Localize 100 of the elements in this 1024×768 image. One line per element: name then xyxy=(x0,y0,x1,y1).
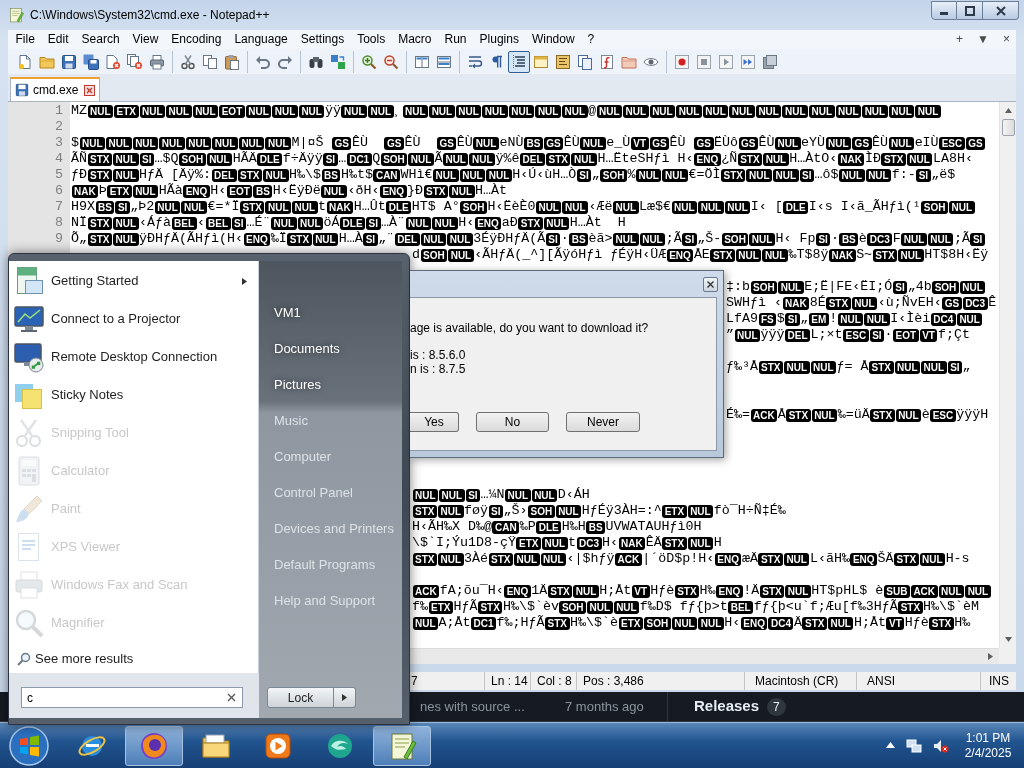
clock-time[interactable]: 1:01 PM xyxy=(965,730,1011,746)
code-line: ‡:b SOH NUL E;Ë|FE‹ËI;Ó SI „4b SOH NUL xyxy=(726,279,986,295)
place-link[interactable]: Pictures xyxy=(274,375,321,395)
page-curve-icon xyxy=(599,53,615,70)
menu-item[interactable]: File xyxy=(9,30,42,49)
line-number: 1 xyxy=(55,103,63,119)
program-item[interactable]: Getting Started xyxy=(9,262,258,300)
dialog-button[interactable]: Yes xyxy=(410,412,459,432)
code-line: \$`I;Ýu1D8-çŸ ETX NUL t DC3 H‹ NAK ÊÄ STX NUL H xyxy=(412,535,722,551)
pages-x-icon xyxy=(127,53,143,70)
code-line: NUL A;Åt DC1 f‰;HƒÃ STX H‰\$`è ETX SOH NUL NUL H‹ ENQ DC4 Ä STX NUL H;Åt VT Hƒè STX H‰ xyxy=(412,615,971,631)
taskbar-button[interactable] xyxy=(373,725,431,766)
caret-right-icon[interactable] xyxy=(987,653,994,660)
scrollbar-thumb[interactable] xyxy=(1001,119,1015,136)
floppy-icon xyxy=(15,83,29,97)
program-item[interactable]: Sticky Notes xyxy=(9,376,258,414)
pilcrow-icon xyxy=(489,53,505,70)
window-icon xyxy=(533,53,549,70)
program-item[interactable]: Remote Desktop Connection xyxy=(9,338,258,376)
stacked-squares-icon xyxy=(762,53,778,70)
caret-up-icon[interactable] xyxy=(886,741,895,750)
place-link[interactable]: Documents xyxy=(274,339,340,359)
close-button[interactable] xyxy=(703,276,718,292)
status-text: Col : 8 xyxy=(537,674,572,688)
code-line: ÃÑ STX NUL SI …$Q SOH NUL HÃÄ DLE f÷Äÿÿ SI … DC1 Q SOH NUL Ã NUL NUL ÿ%ê DEL STX NUL H…ËteSHƒì H‹ ENQ ¿Ñ STX NUL H…ÀtO‹ NAK ÌÐ STX NUL LA8H‹ xyxy=(71,151,973,167)
close-icon[interactable] xyxy=(84,84,95,96)
network-icon[interactable] xyxy=(906,737,922,754)
menu-item[interactable]: Plugins xyxy=(473,30,526,49)
menu-item[interactable]: Edit xyxy=(41,30,76,49)
code-line: LfA9 FS $ SI „ EM ! NUL NUL I‹Ìèi DC4 NUL xyxy=(726,311,983,327)
menu-item[interactable]: ? xyxy=(581,30,601,49)
line-number: 7 xyxy=(55,199,63,215)
lines-arrow-icon xyxy=(467,53,483,70)
lock-button[interactable]: Lock xyxy=(267,687,334,708)
taskbar-button[interactable] xyxy=(125,725,183,766)
close-button[interactable]: × xyxy=(1003,30,1010,49)
menu-item[interactable]: Run xyxy=(438,30,474,49)
program-item[interactable]: Connect to a Projector xyxy=(9,300,258,338)
close-icon xyxy=(707,280,714,288)
play-icon xyxy=(718,53,734,70)
menu-item[interactable]: Tools xyxy=(350,30,392,49)
line-number: 9 xyxy=(55,231,63,247)
menu-item[interactable]: View xyxy=(126,30,165,49)
code-line: NUL NUL SI …¼N NUL NUL D‹ÁH xyxy=(412,487,590,503)
start-button[interactable] xyxy=(9,725,49,766)
menu-item[interactable]: Macro xyxy=(391,30,438,49)
maximize-button[interactable] xyxy=(957,1,983,20)
version-text: n is : 8.7.5 xyxy=(410,362,466,376)
caret-up-icon[interactable] xyxy=(1004,107,1012,114)
file-tab[interactable]: cmd.exe xyxy=(10,77,100,101)
menu-item[interactable]: Window xyxy=(525,30,582,49)
search-field[interactable]: c xyxy=(21,687,243,708)
stop-icon xyxy=(696,53,712,70)
two-pages-icon xyxy=(577,53,593,70)
code-line: ACK fA;õu¯H‹ ENQ 1Ä STX NUL H;Åt VT Hƒè STX H‰ ENQ !Ä STX NUL HT$pHL$ è SUB ACK NUL NUL xyxy=(412,583,992,599)
dropdown-button[interactable]: ▼ xyxy=(977,30,989,49)
code-line: SWHƒì ‹ NAK 8É STX NUL ‹ù;ÑvEH‹ GS DC3 Ê xyxy=(726,295,997,311)
magnifier-icon xyxy=(13,607,45,639)
dotted-line-list-icon xyxy=(511,53,527,70)
line-number: 5 xyxy=(55,167,63,183)
dialog-message: age is available, do you want to download it? xyxy=(410,321,649,335)
menu-item[interactable]: Search xyxy=(75,30,127,49)
monitor-arrows-icon xyxy=(13,341,45,373)
curved-arrow-right-icon xyxy=(277,53,293,70)
page-text: 7 months ago xyxy=(565,698,644,714)
scissors-icon xyxy=(180,53,196,70)
page-x-icon xyxy=(105,53,121,70)
dialog-button[interactable]: No xyxy=(476,412,549,432)
clock-date[interactable]: 2/4/2025 xyxy=(964,745,1012,761)
record-icon xyxy=(674,53,690,70)
magnifier-plus-icon xyxy=(361,53,377,70)
dialog-button[interactable]: Never xyxy=(566,412,640,432)
see-more-link[interactable]: See more results xyxy=(17,649,134,669)
flame-globe-icon xyxy=(139,730,169,761)
menu-item[interactable]: Settings xyxy=(294,30,351,49)
maximize-icon xyxy=(964,5,975,16)
start-orb-icon xyxy=(9,725,49,766)
close-button[interactable] xyxy=(983,1,1019,20)
monitor-icon xyxy=(13,303,45,335)
minimize-button[interactable] xyxy=(931,1,957,20)
line-number: 6 xyxy=(55,183,63,199)
page-text: nes with source ... xyxy=(420,698,525,714)
clear-icon[interactable] xyxy=(227,693,236,702)
fast-forward-icon xyxy=(740,53,756,70)
code-line: É‰= ACK Å STX NUL ‰=üÄ STX NUL è ESC ÿÿÿH xyxy=(726,407,989,423)
line-number: 8 xyxy=(55,215,63,231)
floppy-icon xyxy=(61,53,77,70)
plus-button[interactable]: + xyxy=(956,30,964,49)
power-options-button[interactable] xyxy=(334,687,356,708)
code-line: MZ NUL ETX NUL NUL NUL EOT NUL NUL NUL ÿÿ NUL NUL ¸ NUL NUL NUL NUL NUL NUL NUL @ NUL NUL NUL NUL NUL NUL NUL NUL NUL NUL NUL NUL NUL xyxy=(71,103,942,119)
version-text: is : 8.5.6.0 xyxy=(410,348,466,362)
paint-brush-icon xyxy=(13,493,45,525)
place-link[interactable]: VM1 xyxy=(274,303,301,323)
printer-icon xyxy=(149,53,165,70)
menu-item[interactable]: Encoding xyxy=(164,30,228,49)
caret-down-icon[interactable] xyxy=(1004,636,1012,643)
toolbar-button[interactable] xyxy=(508,50,530,73)
menu-item[interactable]: Language xyxy=(227,30,295,49)
squares-arrow-icon xyxy=(330,53,346,70)
code-line: ƒ‰³Å STX NUL NUL ƒ= Å STX NUL NUL SI „ xyxy=(726,359,971,375)
